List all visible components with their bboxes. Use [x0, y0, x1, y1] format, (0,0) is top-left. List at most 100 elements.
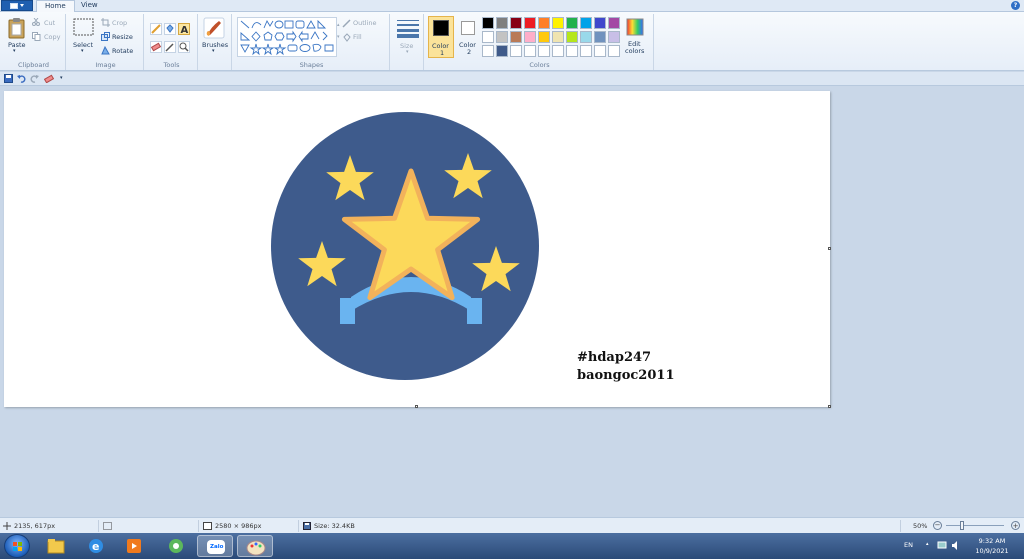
color-picker-icon[interactable] [164, 41, 176, 53]
line-size-icon[interactable] [396, 18, 420, 38]
select-icon[interactable] [73, 18, 95, 38]
image-group: Select ▾ Crop Resize Rotate Image [68, 14, 144, 70]
palette-swatch[interactable] [552, 17, 564, 29]
cut-button[interactable]: Cut [44, 19, 55, 27]
palette-swatch[interactable] [580, 31, 592, 43]
palette-swatch[interactable] [496, 45, 508, 57]
copy-button[interactable]: Copy [44, 33, 61, 41]
shapes-gallery[interactable] [237, 17, 337, 57]
chevron-up-icon[interactable]: ▴ [337, 22, 340, 28]
folder-icon [47, 539, 65, 554]
zoom-slider-thumb[interactable] [960, 521, 964, 530]
chevron-down-icon[interactable]: ▾ [406, 49, 409, 55]
palette-swatch[interactable] [580, 17, 592, 29]
zoom-in-button[interactable]: + [1011, 521, 1020, 530]
crop-button[interactable]: Crop [112, 19, 127, 27]
taskbar-explorer[interactable] [38, 535, 74, 557]
save-icon[interactable] [4, 74, 13, 83]
fill-button[interactable]: Fill [353, 33, 362, 41]
clipboard-group: Paste ▾ Cut Copy Clipboard [2, 14, 66, 70]
network-icon[interactable] [937, 541, 947, 550]
palette-swatch[interactable] [482, 45, 494, 57]
tab-view[interactable]: View [73, 0, 106, 12]
chevron-down-icon[interactable]: ▾ [337, 34, 340, 40]
palette-swatch[interactable] [608, 45, 620, 57]
pencil-icon[interactable] [150, 23, 162, 35]
taskbar-media-player[interactable] [116, 535, 152, 557]
magnifier-icon[interactable] [178, 41, 190, 53]
clock[interactable]: 9:32 AM 10/9/2021 [968, 537, 1016, 555]
taskbar-paint[interactable] [237, 535, 273, 557]
taskbar-coccoc[interactable] [158, 535, 194, 557]
palette-swatch[interactable] [524, 31, 536, 43]
brush-icon[interactable] [203, 17, 225, 39]
zoom-slider-track[interactable] [946, 525, 1004, 526]
redo-icon[interactable] [30, 74, 39, 83]
customize-toolbar-chevron-icon[interactable]: ▾ [60, 75, 63, 81]
eraser-icon[interactable] [44, 74, 54, 83]
palette-swatch[interactable] [524, 45, 536, 57]
palette-swatch[interactable] [538, 17, 550, 29]
fill-bucket-icon[interactable] [164, 23, 176, 35]
palette-swatch[interactable] [580, 45, 592, 57]
resize-handle-corner[interactable] [828, 405, 831, 408]
award-illustration [271, 112, 539, 380]
paste-icon[interactable] [7, 17, 27, 39]
palette-swatch[interactable] [594, 17, 606, 29]
disk-icon [303, 522, 311, 530]
resize-handle-bottom[interactable] [415, 405, 418, 408]
palette-swatch[interactable] [594, 31, 606, 43]
edit-colors-icon[interactable] [626, 18, 644, 36]
palette-swatch[interactable] [566, 31, 578, 43]
palette-swatch[interactable] [482, 31, 494, 43]
drawing-canvas[interactable]: #hdap247 baongoc2011 [4, 91, 830, 407]
chevron-down-icon[interactable]: ▾ [81, 48, 84, 54]
windows-logo-icon [13, 542, 22, 551]
copy-icon [32, 32, 41, 41]
palette-swatch[interactable] [608, 31, 620, 43]
brushes-button[interactable]: Brushes [202, 41, 228, 49]
palette-swatch[interactable] [510, 31, 522, 43]
chevron-down-icon[interactable]: ▾ [13, 48, 16, 54]
language-indicator[interactable]: EN [904, 541, 913, 549]
chevron-down-icon[interactable]: ▾ [212, 48, 215, 54]
text-tool-icon[interactable]: A [178, 23, 190, 35]
image-group-label: Image [95, 61, 116, 69]
start-button[interactable] [4, 534, 30, 558]
palette-swatch[interactable] [566, 17, 578, 29]
tray-expand-icon[interactable]: ▴ [926, 541, 929, 547]
palette-swatch[interactable] [538, 31, 550, 43]
resize-handle-right[interactable] [828, 247, 831, 250]
palette-swatch[interactable] [496, 17, 508, 29]
paste-button[interactable]: Paste [8, 41, 26, 49]
palette-swatch[interactable] [566, 45, 578, 57]
speaker-icon[interactable] [951, 541, 961, 550]
color2-selector[interactable]: Color 2 [456, 16, 482, 58]
palette-swatch[interactable] [510, 45, 522, 57]
color1-selector[interactable]: Color 1 [428, 16, 454, 58]
crop-icon [101, 18, 110, 27]
clock-time: 9:32 AM [978, 537, 1006, 545]
palette-swatch[interactable] [482, 17, 494, 29]
palette-swatch[interactable] [594, 45, 606, 57]
eraser-icon[interactable] [150, 41, 162, 53]
rotate-button[interactable]: Rotate [112, 47, 133, 55]
palette-swatch[interactable] [496, 31, 508, 43]
taskbar-zalo[interactable]: Zalo [197, 535, 233, 557]
zoom-out-button[interactable]: − [933, 521, 942, 530]
palette-swatch[interactable] [524, 17, 536, 29]
undo-icon[interactable] [17, 74, 26, 83]
palette-swatch[interactable] [552, 31, 564, 43]
taskbar-internet-explorer[interactable]: e [78, 535, 114, 557]
palette-swatch[interactable] [552, 45, 564, 57]
help-icon[interactable]: ? [1011, 1, 1020, 10]
palette-swatch[interactable] [608, 17, 620, 29]
file-menu-button[interactable] [1, 0, 33, 11]
outline-button[interactable]: Outline [353, 19, 377, 27]
fill-icon [343, 33, 351, 42]
svg-text:A: A [181, 25, 189, 35]
resize-button[interactable]: Resize [112, 33, 133, 41]
edit-colors-label-2[interactable]: colors [625, 47, 644, 55]
palette-swatch[interactable] [538, 45, 550, 57]
palette-swatch[interactable] [510, 17, 522, 29]
